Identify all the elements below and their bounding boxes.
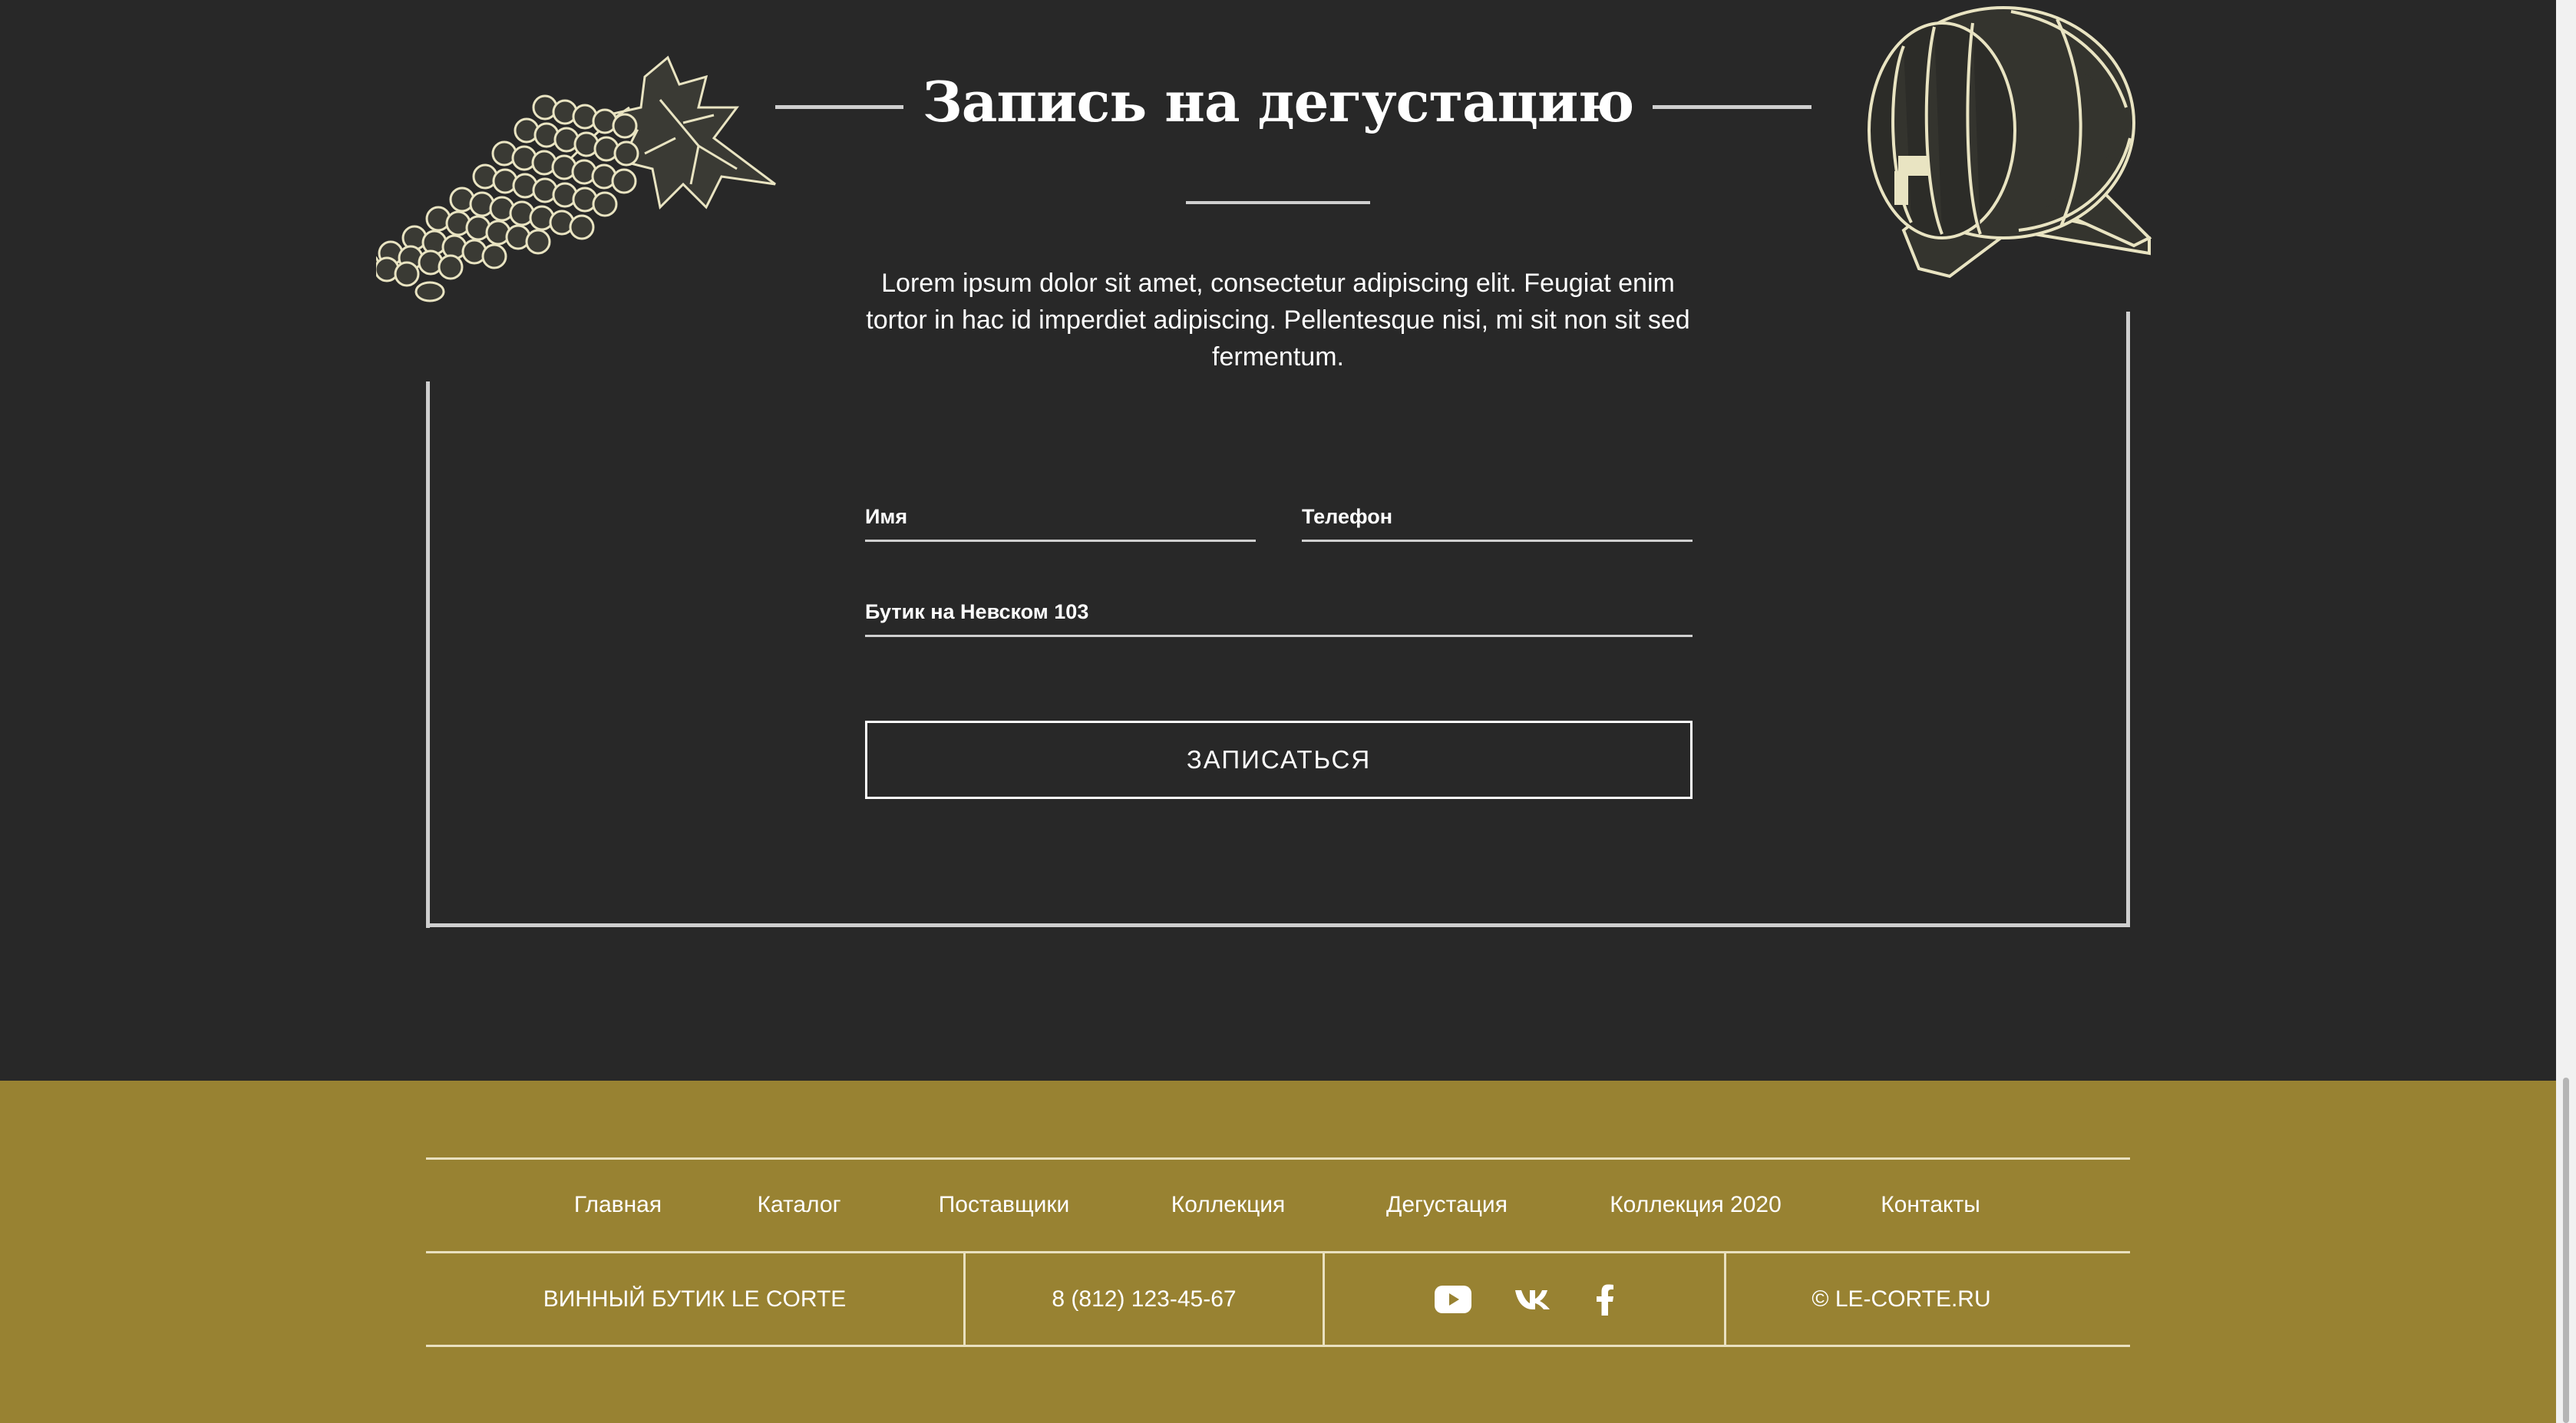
name-input[interactable] [865, 494, 1256, 540]
footer-social-links [1325, 1253, 1724, 1345]
intro-text: Lorem ipsum dolor sit amet, consectetur … [866, 269, 1690, 371]
footer-rule-top [426, 1157, 2130, 1160]
footer-brand: ВИННЫЙ БУТИК LE CORTE [543, 1286, 847, 1312]
grapes-illustration [376, 55, 776, 302]
page-scrollbar[interactable] [2556, 0, 2576, 1423]
footer-nav-suppliers[interactable]: Поставщики [939, 1182, 1070, 1228]
name-field [865, 494, 1256, 542]
title-underline [1186, 201, 1370, 204]
vk-icon[interactable] [1514, 1288, 1554, 1311]
footer-nav-contacts[interactable]: Контакты [1881, 1182, 1980, 1228]
footer-nav-home[interactable]: Главная [574, 1182, 662, 1228]
scrollbar-thumb[interactable] [2563, 1078, 2569, 1423]
footer-nav: Главная Каталог Поставщики Коллекция Дег… [426, 1182, 2130, 1228]
footer-nav-collection[interactable]: Коллекция [1171, 1182, 1286, 1228]
footer-rule-bottom [426, 1345, 2130, 1347]
frame-bottom-border [426, 923, 2130, 927]
submit-button[interactable]: ЗАПИСАТЬСЯ [865, 721, 1693, 799]
footer-nav-catalog[interactable]: Каталог [757, 1182, 841, 1228]
barrel-illustration [1868, 6, 2152, 279]
footer-nav-collection-2020[interactable]: Коллекция 2020 [1610, 1182, 1782, 1228]
title-rule-right [1653, 105, 1811, 109]
section-title: Запись на дегустацию [922, 69, 1634, 134]
frame-right-border [2126, 312, 2130, 927]
phone-field [1302, 494, 1693, 542]
boutique-input[interactable] [865, 589, 1693, 635]
footer-copyright: © LE-CORTE.RU [1811, 1286, 1991, 1312]
frame-left-border [426, 381, 430, 928]
footer-nav-tasting[interactable]: Дегустация [1386, 1182, 1508, 1228]
phone-input[interactable] [1302, 494, 1693, 540]
boutique-field [865, 589, 1693, 637]
footer-phone[interactable]: 8 (812) 123-45-67 [966, 1253, 1323, 1345]
facebook-icon[interactable] [1596, 1283, 1614, 1316]
title-rule-left [775, 105, 903, 109]
youtube-icon[interactable] [1435, 1285, 1471, 1313]
